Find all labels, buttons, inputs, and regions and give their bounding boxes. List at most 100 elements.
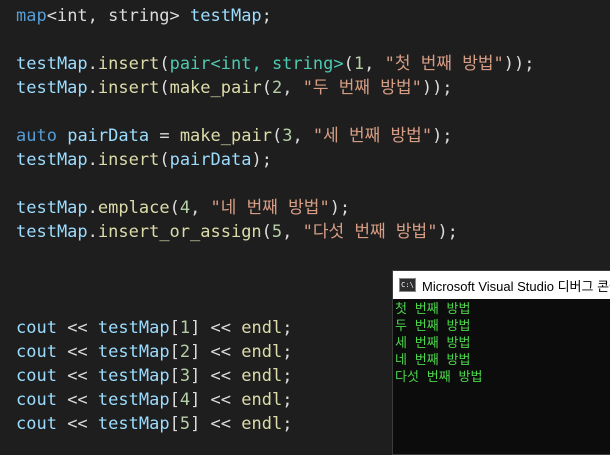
console-output: 첫 번째 방법 두 번째 방법 세 번째 방법 네 번째 방법 다섯 번째 방법 [393, 299, 610, 388]
code-line-2: testMap.insert(pair<int, string>(1, "첫 번… [16, 52, 534, 76]
token-string: "네 번째 방법" [210, 198, 330, 218]
token-number: 1 [353, 54, 365, 74]
token-punct: ( [159, 78, 170, 98]
token-variable: testMap [97, 414, 170, 434]
token-punct: ; [282, 390, 293, 410]
code-line-7: testMap.insert_or_assign(5, "다섯 번째 방법"); [16, 220, 458, 244]
token-punct: ; [282, 366, 293, 386]
token-operator: << [56, 318, 98, 338]
code-line-cout-5: cout << testMap[5] << endl; [16, 412, 292, 436]
token-punct: ); [251, 150, 272, 170]
code-line-cout-3: cout << testMap[3] << endl; [16, 364, 292, 388]
token-function: endl [241, 414, 283, 434]
token-function: endl [241, 390, 283, 410]
console-output-line: 두 번째 방법 [395, 319, 471, 334]
code-line-6: testMap.emplace(4, "네 번째 방법"); [16, 196, 350, 220]
token-punct: ] [190, 318, 201, 338]
console-output-line: 다섯 번째 방법 [395, 370, 483, 385]
token-punct: [ [169, 342, 180, 362]
token-number: 5 [179, 414, 191, 434]
token-function: make_pair [179, 126, 272, 146]
token-punct: ; [282, 342, 293, 362]
token-string: "첫 번째 방법" [384, 54, 504, 74]
token-punct: ( [343, 54, 354, 74]
token-punct: ] [190, 342, 201, 362]
console-title: Microsoft Visual Studio 디버그 콘솔 [421, 278, 610, 294]
token-string: "다섯 번째 방법" [302, 222, 438, 242]
token-punct: ); [329, 198, 351, 218]
token-variable: testMap [97, 366, 170, 386]
code-line-cout-4: cout << testMap[4] << endl; [16, 388, 292, 412]
token-operator: << [200, 342, 242, 362]
token-operator: << [56, 366, 98, 386]
token-punct: ; [261, 6, 272, 26]
code-line-cout-1: cout << testMap[1] << endl; [16, 316, 292, 340]
token-punct: ( [159, 54, 170, 74]
token-template-args: <int, string> [210, 54, 344, 74]
token-variable: testMap [16, 222, 88, 242]
token-number: 2 [179, 342, 191, 362]
token-operator: << [200, 414, 242, 434]
token-operator: << [56, 342, 98, 362]
token-punct: . [87, 78, 98, 98]
token-function: insert_or_assign [97, 222, 262, 242]
token-punct: . [87, 54, 98, 74]
token-operator: << [200, 390, 242, 410]
token-punct: )); [503, 54, 535, 74]
token-variable: cout [16, 414, 57, 434]
token-variable: pairData [169, 150, 252, 170]
token-punct: ( [261, 222, 272, 242]
token-variable: testMap [16, 54, 88, 74]
token-punct: [ [169, 414, 180, 434]
code-line-4: auto pairData = make_pair(3, "세 번째 방법"); [16, 124, 453, 148]
token-number: 4 [179, 198, 191, 218]
debug-console-window[interactable]: C:\ Microsoft Visual Studio 디버그 콘솔 첫 번째 … [392, 270, 610, 455]
token-string: "두 번째 방법" [302, 78, 422, 98]
token-punct: . [87, 150, 98, 170]
token-number: 4 [179, 390, 191, 410]
token-function: insert [97, 54, 160, 74]
token-punct: ; [282, 318, 293, 338]
token-operator: << [200, 318, 242, 338]
console-output-line: 첫 번째 방법 [395, 302, 471, 317]
token-punct: ( [169, 198, 180, 218]
token-punct: , [282, 222, 303, 242]
token-function: endl [241, 342, 283, 362]
code-line-1: map<int, string> testMap; [16, 4, 272, 28]
token-punct: , [190, 198, 211, 218]
token-punct: [ [169, 390, 180, 410]
token-variable: testMap [16, 150, 88, 170]
token-punct: )); [421, 78, 453, 98]
code-line-cout-2: cout << testMap[2] << endl; [16, 340, 292, 364]
token-function: endl [241, 366, 283, 386]
token-operator: = [149, 126, 180, 146]
token-variable: testMap [16, 78, 88, 98]
token-variable: testMap [16, 198, 88, 218]
code-line-5: testMap.insert(pairData); [16, 148, 272, 172]
code-line-3: testMap.insert(make_pair(2, "두 번째 방법")); [16, 76, 453, 100]
token-function: emplace [97, 198, 170, 218]
console-output-line: 세 번째 방법 [395, 336, 471, 351]
token-string: "세 번째 방법" [312, 126, 433, 146]
token-punct: , [364, 54, 385, 74]
token-variable: pairData [67, 126, 150, 146]
token-variable: cout [16, 342, 57, 362]
token-punct: ( [159, 150, 170, 170]
token-punct: ( [271, 126, 283, 146]
token-variable: cout [16, 366, 57, 386]
token-operator: << [56, 390, 98, 410]
token-punct: ( [261, 78, 272, 98]
token-function: insert [97, 150, 160, 170]
token-punct: ] [190, 414, 201, 434]
token-template-args: <int, string> [46, 6, 191, 26]
token-variable: testMap [190, 6, 262, 26]
token-type: map [16, 6, 47, 26]
token-punct: , [282, 78, 303, 98]
token-number: 5 [271, 222, 283, 242]
token-function: make_pair [169, 78, 262, 98]
token-keyword: auto [16, 126, 57, 146]
token-number: 2 [271, 78, 283, 98]
token-variable: cout [16, 390, 57, 410]
console-titlebar[interactable]: C:\ Microsoft Visual Studio 디버그 콘솔 [393, 271, 610, 299]
